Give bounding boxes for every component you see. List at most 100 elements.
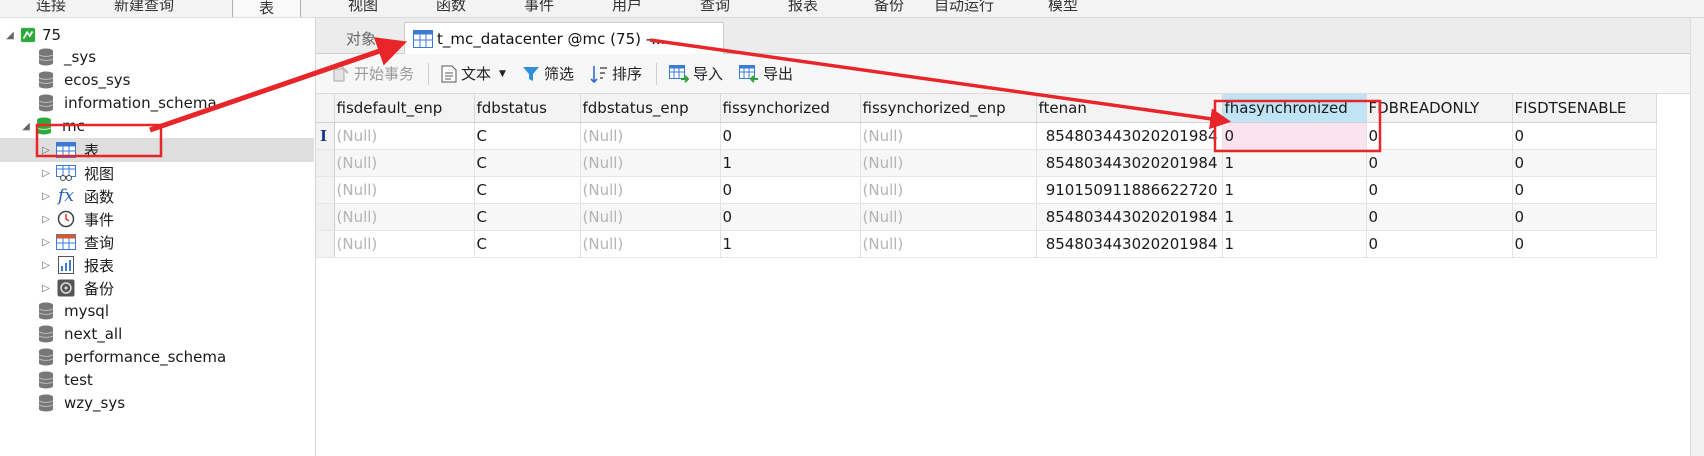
filter-button[interactable]: 筛选: [518, 61, 578, 86]
table-cell[interactable]: 854803443020201984: [1036, 230, 1223, 258]
column-header[interactable]: FISDTSENABLE: [1512, 94, 1657, 123]
column-header[interactable]: fdbstatus_enp: [580, 94, 721, 123]
table-cell[interactable]: C: [474, 176, 581, 204]
column-header[interactable]: fdbstatus: [474, 94, 581, 123]
menu-automation[interactable]: 自动运行: [934, 0, 994, 15]
import-button[interactable]: 导入: [665, 61, 727, 86]
table-cell[interactable]: 0: [1366, 230, 1513, 258]
table-cell[interactable]: 1: [720, 230, 861, 258]
table-cell[interactable]: 0: [1512, 149, 1657, 177]
column-header[interactable]: ftenan: [1036, 94, 1223, 123]
expand-arrow-icon[interactable]: ▷: [40, 260, 52, 271]
table-cell[interactable]: (Null): [580, 230, 721, 258]
table-cell[interactable]: 0: [1366, 176, 1513, 204]
table-cell[interactable]: 0: [1366, 149, 1513, 177]
table-cell[interactable]: 854803443020201984: [1036, 122, 1223, 150]
table-cell[interactable]: 1: [720, 149, 861, 177]
table-cell[interactable]: C: [474, 149, 581, 177]
sort-button[interactable]: 排序: [586, 61, 646, 86]
table-cell[interactable]: (Null): [860, 122, 1037, 150]
table-cell[interactable]: 0: [720, 203, 861, 231]
tree-object-tables[interactable]: ▷ 表: [0, 138, 314, 162]
table-cell[interactable]: 910150911886622720: [1036, 176, 1223, 204]
table-cell[interactable]: (Null): [580, 149, 721, 177]
table-cell[interactable]: (Null): [334, 203, 475, 231]
table-cell[interactable]: 854803443020201984: [1036, 149, 1223, 177]
tree-db-performance-schema[interactable]: performance_schema: [38, 345, 226, 369]
table-cell[interactable]: 1: [1222, 176, 1367, 204]
tree-db-mysql[interactable]: mysql: [38, 299, 109, 323]
table-cell[interactable]: (Null): [334, 176, 475, 204]
menu-user[interactable]: 用户: [612, 0, 642, 15]
expand-arrow-icon[interactable]: ▷: [40, 168, 52, 179]
menu-new-query[interactable]: 新建查询: [114, 0, 174, 15]
menu-table[interactable]: 表: [232, 0, 302, 17]
dropdown-arrow-icon[interactable]: ▼: [499, 69, 506, 79]
menu-event[interactable]: 事件: [524, 0, 554, 15]
table-cell[interactable]: C: [474, 203, 581, 231]
table-cell[interactable]: (Null): [334, 230, 475, 258]
tree-object-queries[interactable]: ▷ 查询: [40, 230, 114, 254]
table-cell[interactable]: (Null): [860, 176, 1037, 204]
row-cursor-marker[interactable]: I: [316, 122, 335, 150]
table-cell[interactable]: 0: [1512, 122, 1657, 150]
tab-table-data[interactable]: t_mc_datacenter @mc (75) -...: [404, 22, 724, 54]
collapse-arrow-icon[interactable]: ◢: [20, 121, 32, 132]
expand-arrow-icon[interactable]: ▷: [40, 237, 52, 248]
menu-model[interactable]: 模型: [1048, 0, 1078, 15]
table-row[interactable]: (Null) C (Null) 1 (Null) 854803443020201…: [316, 230, 1657, 258]
table-cell[interactable]: 0: [1512, 203, 1657, 231]
table-cell[interactable]: (Null): [580, 176, 721, 204]
table-cell-highlighted[interactable]: 0: [1222, 122, 1367, 150]
expand-arrow-icon[interactable]: ▷: [40, 283, 52, 294]
export-button[interactable]: 导出: [735, 61, 797, 86]
table-row[interactable]: (Null) C (Null) 0 (Null) 854803443020201…: [316, 203, 1657, 231]
menu-function[interactable]: 函数: [436, 0, 466, 15]
table-cell[interactable]: 0: [1512, 230, 1657, 258]
vertical-scrollbar[interactable]: [1690, 18, 1704, 456]
tree-object-events[interactable]: ▷ 事件: [40, 207, 114, 231]
column-header-highlighted[interactable]: fhasynchronized: [1222, 94, 1367, 123]
menu-report[interactable]: 报表: [788, 0, 818, 15]
table-cell[interactable]: 0: [720, 176, 861, 204]
tree-db-next-all[interactable]: next_all: [38, 322, 122, 346]
collapse-arrow-icon[interactable]: ◢: [4, 30, 16, 41]
table-cell[interactable]: C: [474, 230, 581, 258]
text-button[interactable]: 文本 ▼: [437, 61, 510, 86]
table-cell[interactable]: 0: [1512, 176, 1657, 204]
table-cell[interactable]: (Null): [580, 203, 721, 231]
tree-db-mc[interactable]: ◢ mc: [20, 114, 85, 138]
expand-arrow-icon[interactable]: ▷: [40, 145, 52, 156]
row-header[interactable]: [316, 230, 335, 258]
menu-connect[interactable]: 连接: [36, 0, 66, 15]
row-header[interactable]: [316, 203, 335, 231]
table-row[interactable]: (Null) C (Null) 1 (Null) 854803443020201…: [316, 149, 1657, 177]
table-row[interactable]: I (Null) C (Null) 0 (Null) 8548034430202…: [316, 122, 1657, 150]
tab-objects[interactable]: 对象: [346, 22, 376, 54]
table-cell[interactable]: (Null): [860, 149, 1037, 177]
row-header[interactable]: [316, 149, 335, 177]
tree-object-backups[interactable]: ▷ 备份: [40, 276, 114, 300]
tree-object-views[interactable]: ▷ 视图: [40, 161, 114, 185]
tree-db-ecos-sys[interactable]: ecos_sys: [38, 68, 130, 92]
table-cell[interactable]: 0: [1366, 203, 1513, 231]
tree-object-reports[interactable]: ▷ 报表: [40, 253, 114, 277]
table-cell[interactable]: 1: [1222, 230, 1367, 258]
column-header[interactable]: fissynchorized: [720, 94, 861, 123]
table-cell[interactable]: (Null): [334, 122, 475, 150]
menu-query[interactable]: 查询: [700, 0, 730, 15]
column-header[interactable]: fisdefault_enp: [334, 94, 475, 123]
begin-transaction-button[interactable]: 开始事务: [328, 61, 418, 86]
menu-view[interactable]: 视图: [348, 0, 378, 15]
table-cell[interactable]: (Null): [580, 122, 721, 150]
table-cell[interactable]: (Null): [860, 203, 1037, 231]
table-cell[interactable]: 0: [720, 122, 861, 150]
column-header[interactable]: fissynchorized_enp: [860, 94, 1037, 123]
tree-db-test[interactable]: test: [38, 368, 93, 392]
expand-arrow-icon[interactable]: ▷: [40, 214, 52, 225]
table-cell[interactable]: (Null): [860, 230, 1037, 258]
table-cell[interactable]: (Null): [334, 149, 475, 177]
column-header[interactable]: FDBREADONLY: [1366, 94, 1513, 123]
table-cell[interactable]: 1: [1222, 149, 1367, 177]
menu-backup[interactable]: 备份: [874, 0, 904, 15]
